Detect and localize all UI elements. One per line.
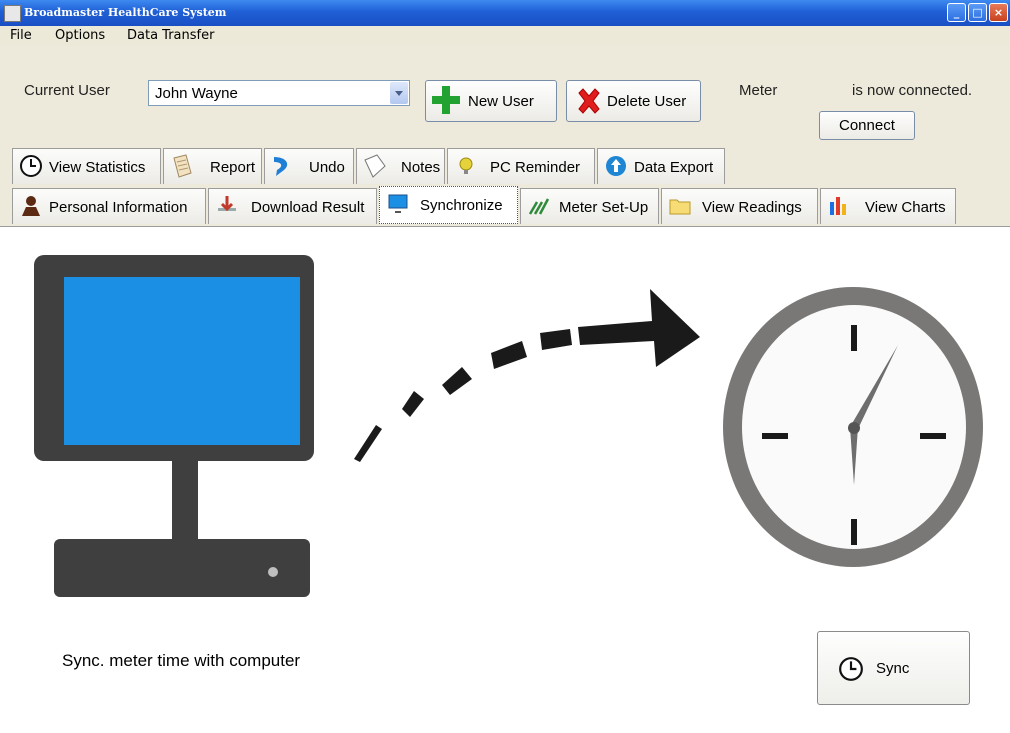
menu-options[interactable]: Options [55, 28, 105, 43]
person-icon [22, 196, 40, 216]
tab-undo[interactable]: Undo [264, 148, 354, 184]
globe-export-icon [606, 156, 626, 176]
close-button[interactable]: × [989, 3, 1008, 22]
menu-bar: File Options Data Transfer [0, 26, 1010, 46]
current-user-label: Current User [24, 82, 110, 99]
tab-label: PC Reminder [490, 159, 581, 176]
computer-monitor-icon [34, 255, 314, 597]
current-user-value: John Wayne [155, 85, 238, 102]
tab-data-export[interactable]: Data Export [597, 148, 725, 184]
tab-meter-set-up[interactable]: Meter Set-Up [520, 188, 659, 224]
window-title: Broadmaster HealthCare System [24, 6, 227, 19]
tab-download-result[interactable]: Download Result [208, 188, 377, 224]
clock-icon [20, 155, 42, 177]
sync-button[interactable]: Sync [817, 631, 970, 705]
tab-label: Download Result [251, 199, 365, 216]
tab-personal-information[interactable]: Personal Information [12, 188, 206, 224]
new-user-button[interactable]: New User [425, 80, 557, 122]
app-icon [4, 5, 21, 22]
monitor-sync-icon [388, 194, 408, 213]
tab-label: Personal Information [49, 199, 188, 216]
undo-arrow-icon [274, 157, 288, 176]
sync-description: Sync. meter time with computer [62, 651, 301, 670]
clock-icon [839, 657, 863, 681]
tab-label: Report [210, 159, 256, 176]
folder-icon [669, 199, 691, 215]
new-user-label: New User [468, 93, 534, 110]
document-icon [173, 154, 192, 178]
current-user-dropdown[interactable]: John Wayne [148, 80, 410, 106]
tab-label: Undo [309, 159, 345, 176]
tab-view-charts[interactable]: View Charts [820, 188, 956, 224]
tab-label: Synchronize [420, 197, 503, 214]
sync-button-label: Sync [876, 660, 910, 677]
tab-view-readings[interactable]: View Readings [661, 188, 818, 224]
bulb-icon [459, 157, 473, 174]
tab-label: Data Export [634, 159, 714, 176]
chevron-down-icon[interactable] [390, 82, 408, 104]
note-icon [364, 154, 386, 178]
clock-illustration-icon [723, 287, 983, 567]
tab-notes[interactable]: Notes [356, 148, 445, 184]
meter-label: Meter [739, 82, 778, 99]
bar-chart-icon [830, 197, 846, 215]
download-icon [218, 196, 236, 212]
tab-label: View Charts [865, 199, 946, 216]
tab-label: Meter Set-Up [559, 199, 649, 216]
tab-label: View Readings [702, 199, 802, 216]
connect-label: Connect [839, 117, 895, 134]
tab-label: View Statistics [49, 159, 146, 176]
tab-pc-reminder[interactable]: PC Reminder [447, 148, 595, 184]
signal-icon [528, 198, 550, 215]
tab-label: Notes [401, 159, 441, 176]
minimize-button[interactable]: _ [947, 3, 966, 22]
delete-user-label: Delete User [607, 93, 687, 110]
menu-file[interactable]: File [10, 28, 32, 43]
delete-x-icon [578, 88, 600, 114]
title-bar: Broadmaster HealthCare System _ □ × [0, 0, 1010, 26]
tab-synchronize[interactable]: Synchronize [379, 186, 518, 224]
meter-status: is now connected. [852, 82, 973, 99]
tab-report[interactable]: Report [163, 148, 262, 184]
maximize-button[interactable]: □ [968, 3, 987, 22]
menu-data-transfer[interactable]: Data Transfer [127, 28, 214, 43]
delete-user-button[interactable]: Delete User [566, 80, 701, 122]
tab-view-statistics[interactable]: View Statistics [12, 148, 161, 184]
sync-arrow-icon [354, 289, 700, 462]
connect-button[interactable]: Connect [819, 111, 915, 140]
